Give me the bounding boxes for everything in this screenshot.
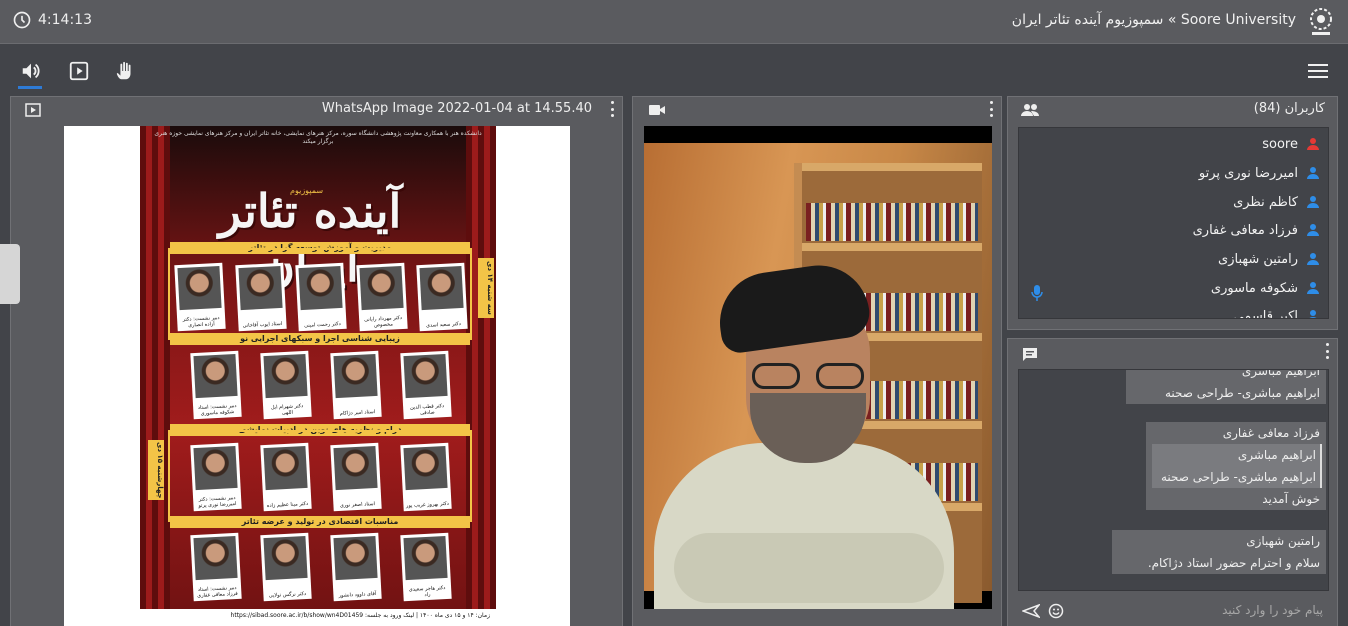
quoted-text: ابراهیم مباشری (1152, 444, 1322, 466)
speaker-photo: دکتر سعید اسدی (416, 262, 468, 332)
session-timer: 4:14:13 (12, 10, 92, 30)
speaker-photo: استاد اصغر نوری (330, 442, 382, 512)
chat-panel: ابراهیم مباشری ابراهیم مباشری- طراحی صحن… (1007, 338, 1338, 626)
sidebar-handle[interactable] (0, 244, 20, 304)
chat-options-icon[interactable] (1325, 343, 1329, 359)
user-item[interactable]: شکوفه ماسوری (1211, 278, 1320, 298)
camera-icon (649, 105, 665, 115)
poster-footer: زمان: ۱۴ و ۱۵ دی ماه ۱۴۰۰ | لینک ورود به… (140, 609, 496, 626)
timer-text: 4:14:13 (38, 12, 92, 28)
message-sender: ابراهیم مباشری (1241, 369, 1320, 378)
presentation-icon[interactable] (66, 59, 92, 83)
chat-message: فرزاد معافی غفاری ابراهیم مباشری ابراهیم… (1146, 422, 1326, 510)
presentation-panel: WhatsApp Image 2022-01-04 at 14.55.40 دا… (10, 96, 623, 626)
presentation-title: WhatsApp Image 2022-01-04 at 14.55.40 (321, 101, 592, 116)
poster-organizers: دانشکده هنر با همکاری معاونت پژوهشی دانش… (154, 130, 482, 145)
user-icon (1307, 138, 1319, 150)
speaker-photo: دبیر نشست: دکتر امیررضا نوری پرتو (190, 442, 242, 512)
webcam-video[interactable] (644, 126, 992, 609)
raise-hand-icon[interactable] (112, 59, 138, 83)
speaker-photo: دبیر نشست: استاد فرزاد معافی غفاری (190, 532, 242, 602)
message-text: سلام و احترام حضور استاد دژاکام. (1147, 556, 1320, 570)
presentation-options-icon[interactable] (610, 101, 614, 117)
chat-message: رامتین شهبازی سلام و احترام حضور استاد د… (1112, 530, 1326, 574)
speaker-photo: دبیر نشست: استاد شکوفه ماسوری (190, 350, 242, 420)
emoji-icon[interactable] (1048, 603, 1064, 619)
chat-input-placeholder: پیام خود را وارد کنید (1222, 603, 1323, 617)
university-logo-icon (1310, 8, 1332, 35)
user-icon (1307, 253, 1319, 265)
speaker-photo: دکتر بهروز غریب پور (400, 442, 452, 512)
user-item[interactable]: soore (1262, 134, 1320, 154)
toolbar (0, 45, 1348, 95)
user-icon (1309, 310, 1317, 318)
speaker-photo: دکتر رحمت امینی (295, 262, 347, 332)
meeting-title: Soore University » سمپوزیوم آینده تئاتر … (1011, 12, 1296, 28)
participant-video (654, 213, 954, 609)
session-day: چهارشنبه ۱۵ دی (148, 440, 164, 500)
microphone-icon (1031, 285, 1043, 301)
user-icon (1307, 224, 1319, 236)
users-list: soore امیررضا نوری پرتو کاظم نظری فرزاد … (1018, 127, 1329, 319)
session-title: مناسبات اقتصادی در تولید و عرضه تئاتر (170, 516, 470, 528)
user-icon (1307, 196, 1319, 208)
speaker-photo: دکتر هاجر سعیدی راد (400, 532, 452, 602)
speaker-photo: استاد ایوب آقاخانی (234, 262, 287, 332)
send-icon[interactable] (1022, 604, 1040, 618)
message-sender: فرزاد معافی غفاری (1222, 426, 1320, 440)
speaker-photo: آقای داوود دانشور (330, 532, 382, 602)
speaker-photo: دکتر نرگس تولایی (260, 532, 312, 602)
speaker-photo: دکتر قطب الدین صادقی (400, 350, 452, 420)
quoted-text: ابراهیم مباشری- طراحی صحنه (1152, 466, 1322, 488)
user-item[interactable]: رامتین شهبازی (1218, 249, 1320, 269)
speaker-photo: دکتر مهرداد رایانی مخصوص (355, 262, 408, 332)
speaker-photo: استاد امیر دژاکام (330, 350, 382, 420)
user-item[interactable]: کاظم نظری (1233, 192, 1320, 212)
speaker-photo: دبیر نشست: دکتر آزاده انصاری (174, 262, 226, 332)
video-options-icon[interactable] (989, 101, 993, 117)
session-title: زیبایی شناسی اجرا و سبکهای اجرایی نو (170, 333, 470, 345)
speaker-icon[interactable] (18, 59, 44, 89)
users-title: کاربران (84) (1253, 101, 1325, 116)
message-text: ابراهیم مباشری- طراحی صحنه (1164, 386, 1320, 400)
chat-message: ابراهیم مباشری ابراهیم مباشری- طراحی صحن… (1126, 369, 1326, 404)
user-icon (1307, 282, 1319, 294)
user-item[interactable]: اکبر قاسمی... (1221, 306, 1320, 318)
user-item[interactable]: فرزاد معافی غفاری (1193, 220, 1320, 240)
chat-input[interactable]: پیام خود را وارد کنید (1018, 597, 1329, 625)
session-day: سه شنبه ۱۴ دی (478, 258, 494, 318)
user-item[interactable]: امیررضا نوری پرتو (1199, 163, 1320, 183)
presentation-panel-icon (25, 103, 41, 117)
speaker-photo: دکتر مینا عظیم زاده (260, 442, 312, 512)
symposium-poster: دانشکده هنر با همکاری معاونت پژوهشی دانش… (140, 126, 496, 626)
speaker-photo: دکتر شهرام ابل اللهی (260, 350, 312, 420)
chat-icon (1023, 348, 1037, 361)
hamburger-icon[interactable] (1308, 62, 1328, 80)
message-sender: رامتین شهبازی (1246, 534, 1320, 548)
user-icon (1307, 167, 1319, 179)
top-bar: 4:14:13 Soore University » سمپوزیوم آیند… (0, 0, 1348, 44)
users-icon (1021, 104, 1039, 116)
presentation-slide: دانشکده هنر با همکاری معاونت پژوهشی دانش… (64, 126, 570, 626)
video-panel (632, 96, 1002, 626)
chat-messages: ابراهیم مباشری ابراهیم مباشری- طراحی صحن… (1018, 369, 1329, 591)
clock-icon (13, 11, 31, 29)
message-text: خوش آمدید (1262, 492, 1320, 506)
users-panel: کاربران (84) soore امیررضا نوری پرتو کاظ… (1007, 96, 1338, 330)
